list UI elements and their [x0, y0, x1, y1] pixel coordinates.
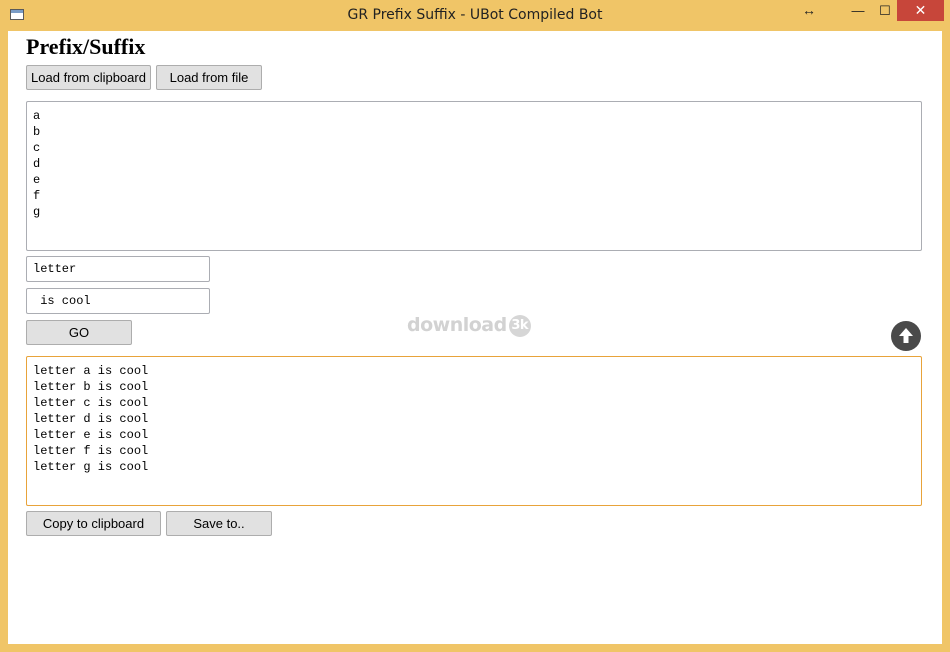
- close-button[interactable]: ✕: [897, 0, 944, 21]
- textarea-line: letter f is cool: [33, 444, 149, 458]
- watermark-badge: 3k: [508, 314, 531, 337]
- textarea-line: b: [33, 125, 41, 139]
- input-list-textarea[interactable]: abcdefg: [26, 101, 922, 251]
- textarea-line: letter d is cool: [33, 412, 149, 426]
- textarea-line: letter b is cool: [33, 380, 149, 394]
- textarea-line: letter e is cool: [33, 428, 149, 442]
- load-from-file-button[interactable]: Load from file: [156, 65, 262, 90]
- textarea-line: letter g is cool: [33, 460, 149, 474]
- prefix-input[interactable]: letter: [26, 256, 210, 282]
- download3k-watermark: download 3k: [407, 314, 531, 337]
- save-to-button[interactable]: Save to..: [166, 511, 272, 536]
- textarea-line: f: [33, 189, 41, 203]
- textarea-line: letter c is cool: [33, 396, 149, 410]
- textarea-line: letter a is cool: [33, 364, 149, 378]
- resize-icon[interactable]: ↔: [797, 0, 821, 21]
- textarea-line: g: [33, 205, 41, 219]
- watermark-text: download: [407, 314, 507, 336]
- arrow-up-glyph: [899, 328, 913, 343]
- textarea-line: a: [33, 109, 41, 123]
- copy-to-clipboard-button[interactable]: Copy to clipboard: [26, 511, 161, 536]
- suffix-input[interactable]: is cool: [26, 288, 210, 314]
- output-textarea[interactable]: letter a is cool letter b is cool letter c…: [26, 356, 922, 506]
- textarea-line: e: [33, 173, 41, 187]
- go-button[interactable]: GO: [26, 320, 132, 345]
- textarea-line: d: [33, 157, 41, 171]
- maximize-button[interactable]: ☐: [873, 0, 897, 21]
- app-window: GR Prefix Suffix - UBot Compiled Bot ↔ —…: [0, 0, 950, 652]
- client-area: Prefix/Suffix Load from clipboard Load f…: [8, 31, 942, 644]
- minimize-button[interactable]: —: [846, 0, 870, 21]
- load-from-clipboard-button[interactable]: Load from clipboard: [26, 65, 151, 90]
- title-bar[interactable]: GR Prefix Suffix - UBot Compiled Bot ↔ —…: [0, 0, 950, 31]
- arrow-up-circle-icon[interactable]: [891, 321, 921, 351]
- page-title: Prefix/Suffix: [26, 34, 146, 59]
- textarea-line: c: [33, 141, 41, 155]
